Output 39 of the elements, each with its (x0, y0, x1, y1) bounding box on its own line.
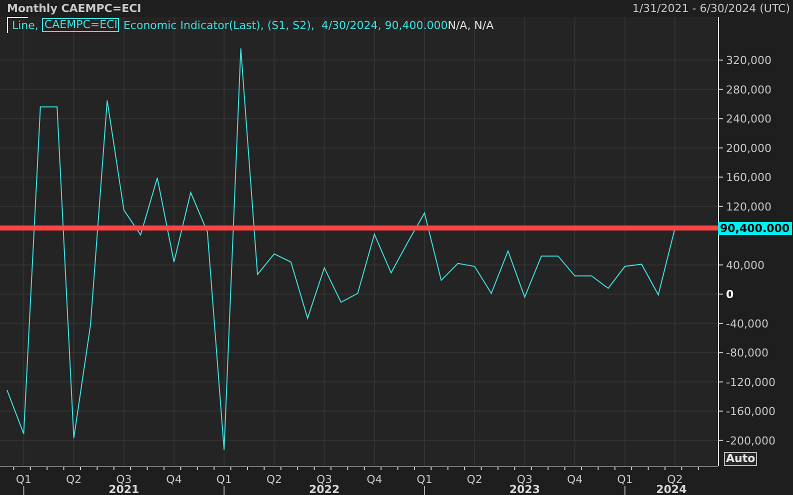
axis-label: -80,000 (726, 346, 768, 360)
axis-label: Q2 (66, 473, 82, 486)
axis-label: -200,000 (726, 434, 776, 448)
axis-label: -160,000 (726, 405, 776, 418)
axis-label: Q2 (266, 473, 282, 486)
axis-label: Q1 (617, 473, 633, 486)
axis-label: Q2 (667, 473, 683, 486)
axis-label: Q1 (416, 473, 432, 486)
legend-text: Economic Indicator(Last), (S1, S2), 4/30/2024, 90,400.000 (123, 18, 448, 32)
axis-label: Q1 (16, 473, 32, 486)
date-range: 1/31/2021 - 6/30/2024 (UTC) (632, 2, 790, 15)
year-label: 2023 (509, 483, 540, 495)
axis-label: Q4 (366, 473, 382, 486)
auto-scale-button[interactable]: Auto (724, 452, 758, 466)
year-label: 2021 (108, 483, 140, 495)
axis-label: Q1 (216, 473, 232, 486)
axis-label: -120,000 (726, 376, 776, 389)
axis-label: Q4 (566, 473, 583, 486)
axis-label: 200,000 (726, 142, 772, 155)
legend-text: Line, (12, 18, 38, 32)
axis-label: Q3 (316, 473, 332, 486)
axis-label: Q3 (516, 473, 533, 486)
value-label: 90,400.000 (718, 222, 792, 236)
status-text: N/A, N/A (448, 18, 494, 32)
year-label: 2022 (308, 483, 340, 495)
axis-label: Q4 (166, 473, 182, 486)
axis-label: 320,000 (726, 54, 772, 68)
chart-title: Monthly CAEMPC=ECI (7, 2, 142, 15)
axis-label: Q3 (116, 473, 132, 486)
axis-label: 40,000 (726, 258, 764, 272)
axis-label: 240,000 (726, 112, 772, 126)
axis-label: 280,000 (726, 83, 772, 96)
axis-label: 120,000 (726, 200, 772, 214)
year-label: 2024 (656, 483, 687, 495)
axis-label: 0 (726, 288, 734, 302)
axis-label: Q2 (466, 473, 482, 486)
axis-label: 160,000 (726, 171, 772, 184)
symbol-tag: CAEMPC=ECI (42, 18, 120, 32)
axis-label: -40,000 (726, 317, 768, 330)
